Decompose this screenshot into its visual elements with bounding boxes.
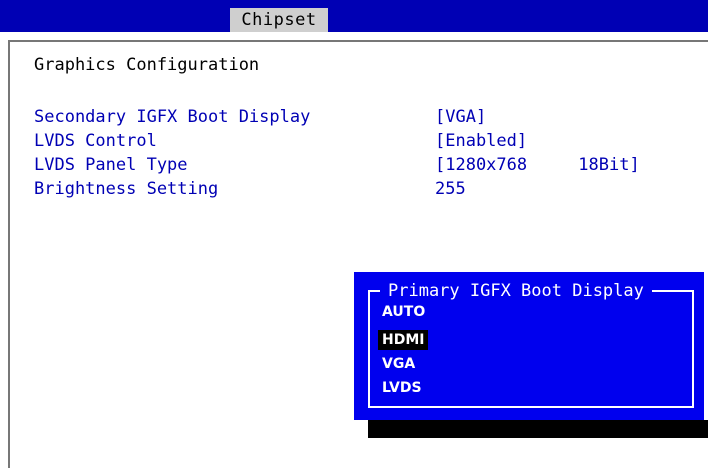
setting-row-primary-igfx-boot-display[interactable]: Primary IGFX Boot Display [HDMI]	[0, 81, 708, 105]
setting-row-brightness-setting[interactable]: Brightness Setting 255	[0, 177, 708, 201]
setting-row-secondary-igfx-boot-display[interactable]: Secondary IGFX Boot Display [VGA]	[0, 105, 708, 129]
setting-label: Secondary IGFX Boot Display	[34, 107, 311, 127]
setting-label: Brightness Setting	[34, 179, 219, 199]
setting-row-lvds-panel-type[interactable]: LVDS Panel Type [1280x768 18Bit]	[0, 153, 708, 177]
setting-label: Primary IGFX Boot Display	[34, 83, 290, 103]
popup-option-lvds[interactable]: LVDS	[378, 378, 426, 398]
section-title: Graphics Configuration	[34, 55, 260, 75]
setting-value[interactable]: [1280x768 18Bit]	[435, 153, 640, 177]
setting-value[interactable]: [VGA]	[435, 105, 486, 129]
option-popup: Primary IGFX Boot Display AUTO HDMI VGA …	[354, 272, 704, 420]
setting-label: LVDS Panel Type	[34, 155, 188, 175]
popup-title: Primary IGFX Boot Display	[380, 280, 652, 302]
bios-screen: Chipset Graphics Configuration Primary I…	[0, 0, 708, 468]
popup-option-auto[interactable]: AUTO	[378, 302, 429, 322]
setting-row-lvds-control[interactable]: LVDS Control [Enabled]	[0, 129, 708, 153]
setting-value[interactable]: [HDMI]	[435, 81, 496, 105]
setting-label: LVDS Control	[34, 131, 157, 151]
popup-option-vga[interactable]: VGA	[378, 354, 419, 374]
setting-value[interactable]: 255	[435, 177, 466, 201]
setting-value[interactable]: [Enabled]	[435, 129, 527, 153]
popup-option-hdmi[interactable]: HDMI	[378, 330, 429, 350]
popup-shadow	[368, 420, 708, 438]
top-menu-bar: Chipset	[0, 0, 708, 32]
tab-chipset[interactable]: Chipset	[230, 8, 328, 32]
